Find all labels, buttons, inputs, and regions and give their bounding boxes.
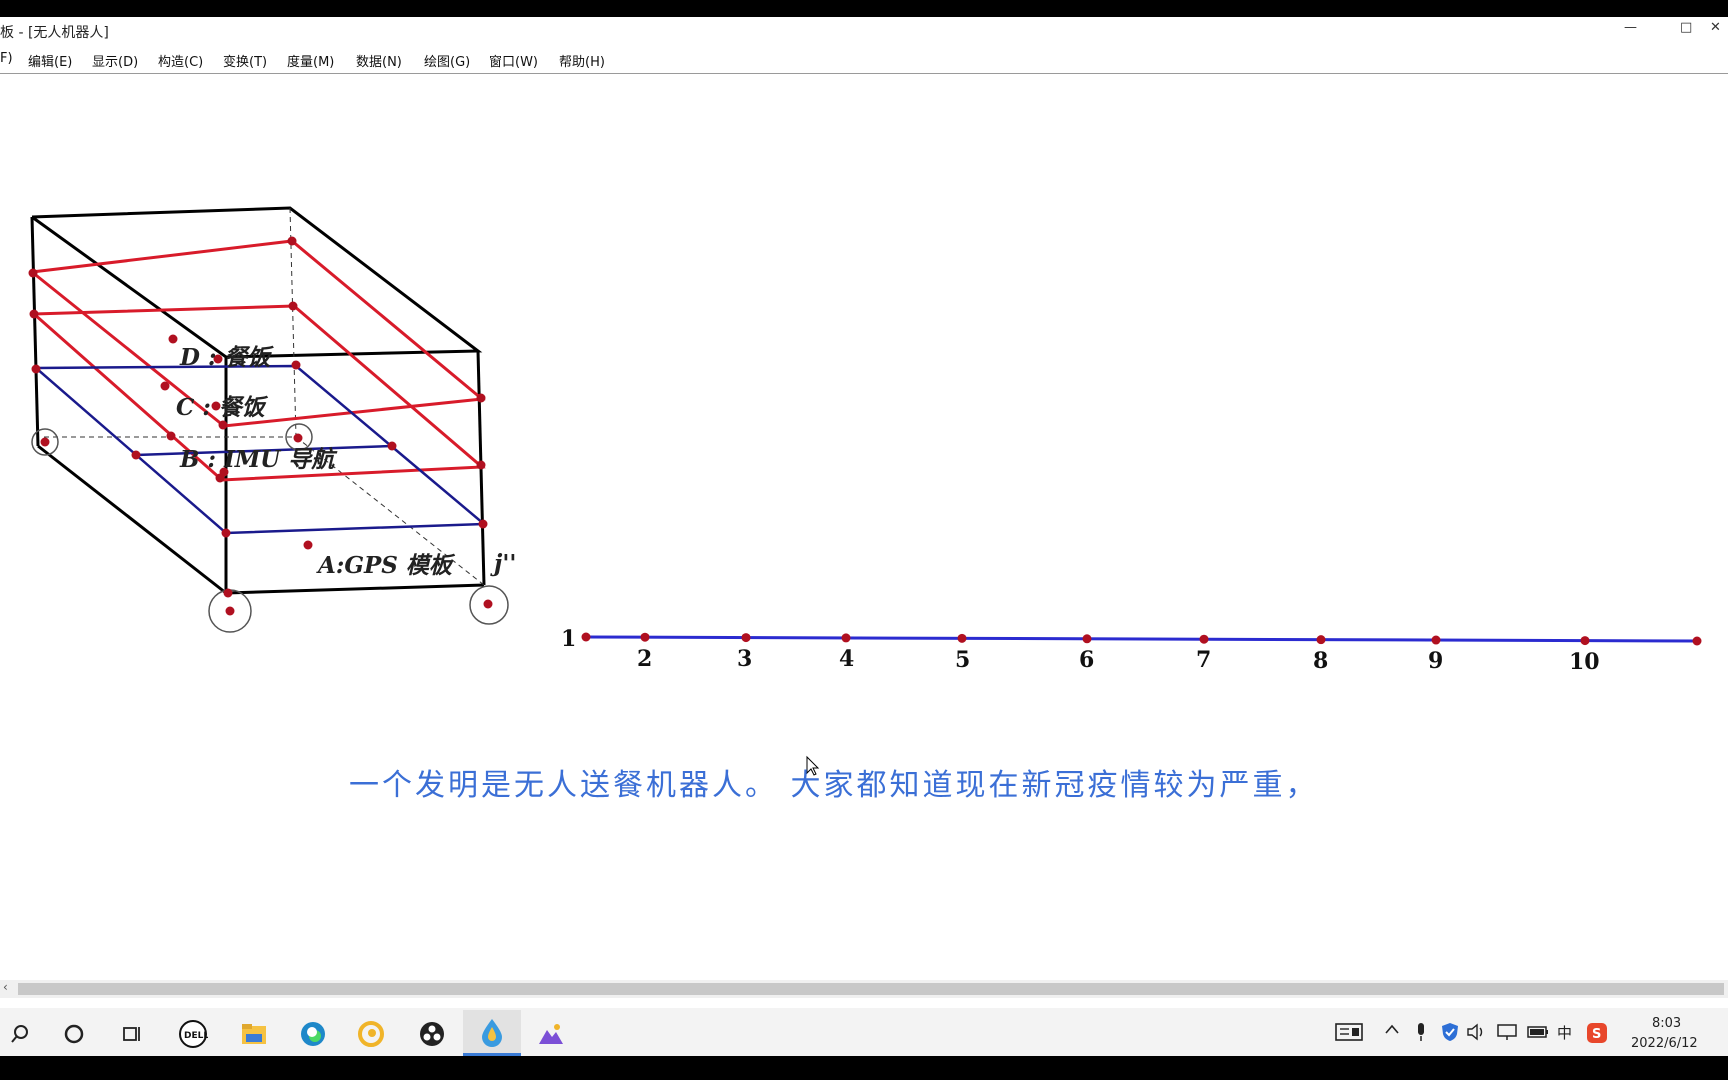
label-c: C : 餐饭 [176, 394, 269, 421]
mic-icon[interactable] [1414, 1022, 1428, 1046]
sketch-svg: D : 餐饭 C : 餐饭 B : IMU 导航 A:GPS 模板 j'' 1 … [28, 206, 1702, 803]
clock-time[interactable]: 8:03 [1652, 1016, 1681, 1031]
menu-help[interactable]: 帮助(H) [559, 51, 605, 70]
battery-icon[interactable] [1526, 1022, 1550, 1046]
sogou-icon[interactable]: S [1586, 1022, 1608, 1048]
news-icon[interactable] [1335, 1022, 1363, 1046]
number-line-point[interactable] [640, 632, 650, 642]
app-window: 板 - [无人机器人] — □ ✕ F) 编辑(E) 显示(D) 构造(C) 变… [0, 17, 1728, 1056]
box-edge-bottom-front [225, 583, 485, 595]
box-edge-back-left [30, 216, 40, 447]
tick-label-1: 1 [561, 626, 576, 652]
tick-label-9: 9 [1428, 648, 1443, 674]
tick-label-6: 6 [1079, 647, 1094, 673]
menu-edit[interactable]: 编辑(E) [28, 51, 72, 70]
network-icon[interactable] [1496, 1022, 1518, 1046]
scrollbar-thumb[interactable] [18, 983, 1724, 995]
swirl-app-icon[interactable] [353, 1016, 389, 1052]
menu-transform[interactable]: 变换(T) [223, 51, 267, 70]
screen-bottom-border [0, 1056, 1728, 1080]
tick-label-3: 3 [737, 646, 752, 672]
menu-bar: F) 编辑(E) 显示(D) 构造(C) 变换(T) 度量(M) 数据(N) 绘… [0, 47, 1728, 74]
menu-file[interactable]: F) [0, 51, 13, 66]
menu-display[interactable]: 显示(D) [92, 51, 138, 70]
number-line [585, 635, 1699, 643]
tick-label-8: 8 [1313, 648, 1328, 674]
number-line-point[interactable] [581, 632, 591, 642]
number-line-point[interactable] [841, 633, 851, 643]
window-title: 板 - [无人机器人] [0, 25, 109, 41]
close-button[interactable]: ✕ [1710, 20, 1721, 35]
label-b: B : IMU 导航 [179, 446, 338, 473]
menu-window[interactable]: 窗口(W) [489, 51, 538, 70]
number-line-point[interactable] [1082, 634, 1092, 644]
menu-measure[interactable]: 度量(M) [287, 51, 334, 70]
menu-construct[interactable]: 构造(C) [158, 51, 203, 70]
scroll-left-arrow-icon[interactable]: ‹ [3, 980, 8, 994]
horizontal-scrollbar[interactable]: ‹ [0, 980, 1728, 998]
number-line-point[interactable] [1431, 635, 1441, 645]
taskbar: DELL 中 S 8:03 2022/6/12 [0, 1008, 1728, 1056]
number-line-labels: 1 2 3 4 5 6 7 8 9 10 [561, 626, 1600, 675]
screen: 板 - [无人机器人] — □ ✕ F) 编辑(E) 显示(D) 构造(C) 变… [0, 0, 1728, 1080]
clock-date[interactable]: 2022/6/12 [1631, 1036, 1698, 1051]
tick-label-7: 7 [1196, 647, 1211, 673]
menu-graph[interactable]: 绘图(G) [424, 51, 470, 70]
number-line-point[interactable] [1199, 634, 1209, 644]
file-explorer-icon[interactable] [236, 1016, 272, 1052]
number-line-point[interactable] [1692, 636, 1702, 646]
tick-label-5: 5 [955, 647, 970, 673]
chevron-up-icon[interactable] [1384, 1022, 1400, 1040]
tick-label-4: 4 [839, 646, 854, 672]
ime-icon[interactable]: 中 [1557, 1022, 1572, 1043]
sketchpad-icon[interactable] [463, 1010, 521, 1056]
number-line-point[interactable] [741, 633, 751, 643]
label-a: A:GPS 模板 [316, 552, 456, 579]
tick-label-10: 10 [1569, 649, 1600, 675]
box-top-face [31, 206, 483, 359]
mountain-app-icon[interactable] [533, 1016, 569, 1052]
sketch-canvas[interactable]: D : 餐饭 C : 餐饭 B : IMU 导航 A:GPS 模板 j'' 1 … [0, 74, 1728, 974]
dell-icon[interactable]: DELL [175, 1016, 211, 1052]
maximize-button[interactable]: □ [1680, 20, 1692, 35]
number-line-point[interactable] [957, 633, 967, 643]
search-icon[interactable] [2, 1016, 38, 1052]
edge-icon[interactable] [295, 1016, 331, 1052]
minimize-button[interactable]: — [1624, 20, 1637, 35]
cortana-icon[interactable] [56, 1016, 92, 1052]
number-line-point[interactable] [1316, 635, 1326, 645]
label-j: j'' [490, 550, 516, 577]
volume-icon[interactable] [1466, 1022, 1488, 1046]
shield-icon[interactable] [1440, 1022, 1460, 1046]
title-bar[interactable]: 板 - [无人机器人] — □ ✕ [0, 17, 1728, 47]
task-view-icon[interactable] [113, 1016, 149, 1052]
svg-text:DELL: DELL [184, 1031, 208, 1041]
obs-icon[interactable] [414, 1016, 450, 1052]
subtitle: 一个发明是无人送餐机器人。 大家都知道现在新冠疫情较为严重， [349, 768, 1319, 803]
tick-label-2: 2 [637, 646, 652, 672]
svg-text:S: S [1592, 1027, 1601, 1042]
number-line-point[interactable] [1580, 636, 1590, 646]
menu-data[interactable]: 数据(N) [356, 51, 402, 70]
label-d: D : 餐饭 [179, 344, 274, 371]
